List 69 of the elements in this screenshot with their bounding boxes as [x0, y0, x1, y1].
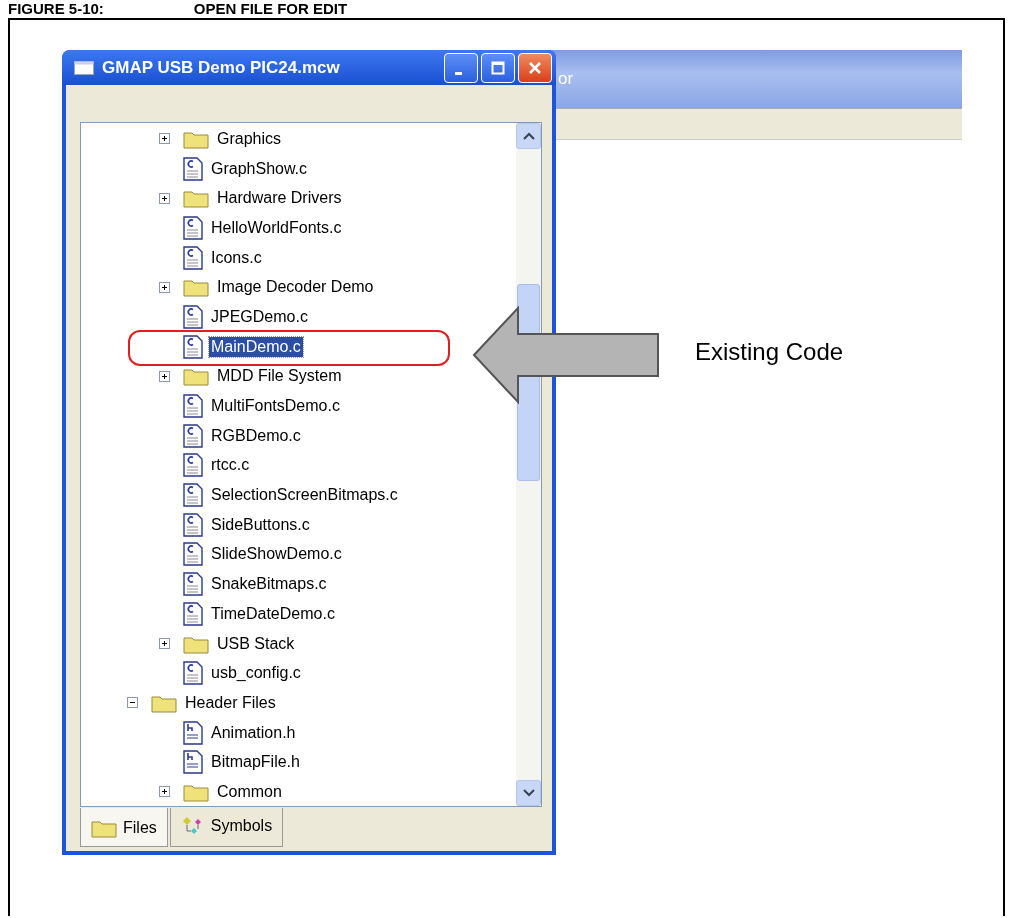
h-file-icon: [183, 750, 203, 775]
expand-toggle[interactable]: [159, 638, 170, 650]
tree-item[interactable]: Hardware Drivers: [215, 188, 344, 209]
c-file-icon: [183, 542, 203, 567]
minimize-icon: [454, 72, 462, 75]
figure-number: FIGURE 5-10:: [8, 0, 104, 18]
h-file-icon: [183, 720, 203, 745]
tree-item[interactable]: TimeDateDemo.c: [209, 603, 337, 624]
tree-item[interactable]: MainDemo.c: [209, 336, 303, 357]
tree-item[interactable]: Graphics: [215, 128, 284, 149]
folder-icon: [183, 188, 209, 209]
minimize-button[interactable]: [444, 52, 478, 83]
chevron-down-icon: [522, 789, 535, 797]
tree-item[interactable]: rtcc.c: [209, 455, 252, 476]
maximize-button[interactable]: [481, 52, 515, 83]
tree-item[interactable]: SelectionScreenBitmaps.c: [209, 485, 400, 506]
c-file-icon: [183, 512, 203, 537]
tree-item[interactable]: RGBDemo.c: [209, 425, 303, 446]
tree-item[interactable]: SlideShowDemo.c: [209, 544, 344, 565]
c-file-icon: [183, 304, 203, 329]
tab[interactable]: Files: [80, 808, 168, 847]
tree-item[interactable]: SnakeBitmaps.c: [209, 574, 329, 595]
tree-item[interactable]: GraphShow.c: [209, 158, 310, 179]
tree-item[interactable]: Common: [215, 781, 284, 802]
close-icon: [528, 60, 542, 75]
c-file-icon: [183, 215, 203, 240]
expand-toggle[interactable]: [159, 192, 170, 204]
tree-item[interactable]: HelloWorldFonts.c: [209, 217, 344, 238]
tree-item[interactable]: MDD File System: [215, 366, 344, 387]
expand-toggle[interactable]: [159, 370, 170, 382]
folder-icon: [183, 366, 209, 387]
window-title: GMAP USB Demo PIC24.mcw: [102, 57, 340, 78]
expand-toggle[interactable]: [159, 133, 170, 145]
vertical-scrollbar[interactable]: [516, 123, 541, 806]
c-file-icon: [183, 453, 203, 478]
tree-item[interactable]: Icons.c: [209, 247, 264, 268]
c-file-icon: [183, 661, 203, 686]
c-file-icon: [183, 245, 203, 270]
tree-item[interactable]: Image Decoder Demo: [215, 277, 376, 298]
expand-toggle[interactable]: [159, 281, 170, 293]
tree-item[interactable]: Animation.h: [209, 722, 298, 743]
tree-item[interactable]: USB Stack: [215, 633, 297, 654]
tree-item[interactable]: JPEGDemo.c: [209, 306, 310, 327]
c-file-icon: [183, 334, 203, 359]
window-title: or: [558, 69, 574, 89]
scroll-up-button[interactable]: [516, 123, 541, 149]
maximize-icon: [491, 60, 505, 75]
c-file-icon: [183, 483, 203, 508]
tree-item[interactable]: BitmapFile.h: [209, 752, 302, 773]
tree-item[interactable]: Header Files: [183, 692, 278, 713]
scroll-down-button[interactable]: [516, 780, 541, 806]
tree-item[interactable]: usb_config.c: [209, 663, 303, 684]
c-file-icon: [183, 423, 203, 448]
tree-item[interactable]: SideButtons.c: [209, 514, 312, 535]
c-file-icon: [183, 156, 203, 181]
tab[interactable]: Symbols: [169, 808, 284, 847]
tree-item[interactable]: MultiFontsDemo.c: [209, 396, 342, 417]
figure-title: OPEN FILE FOR EDIT: [193, 0, 348, 18]
window-icon: [74, 60, 94, 75]
close-button[interactable]: [518, 52, 552, 83]
folder-icon: [91, 818, 117, 838]
folder-icon: [183, 277, 209, 298]
c-file-icon: [183, 601, 203, 626]
c-file-icon: [183, 572, 203, 597]
expand-toggle[interactable]: [127, 697, 138, 709]
expand-toggle[interactable]: [159, 786, 170, 798]
chevron-up-icon: [522, 132, 535, 140]
annotation-text: Existing Code: [695, 338, 844, 366]
c-file-icon: [183, 394, 203, 419]
